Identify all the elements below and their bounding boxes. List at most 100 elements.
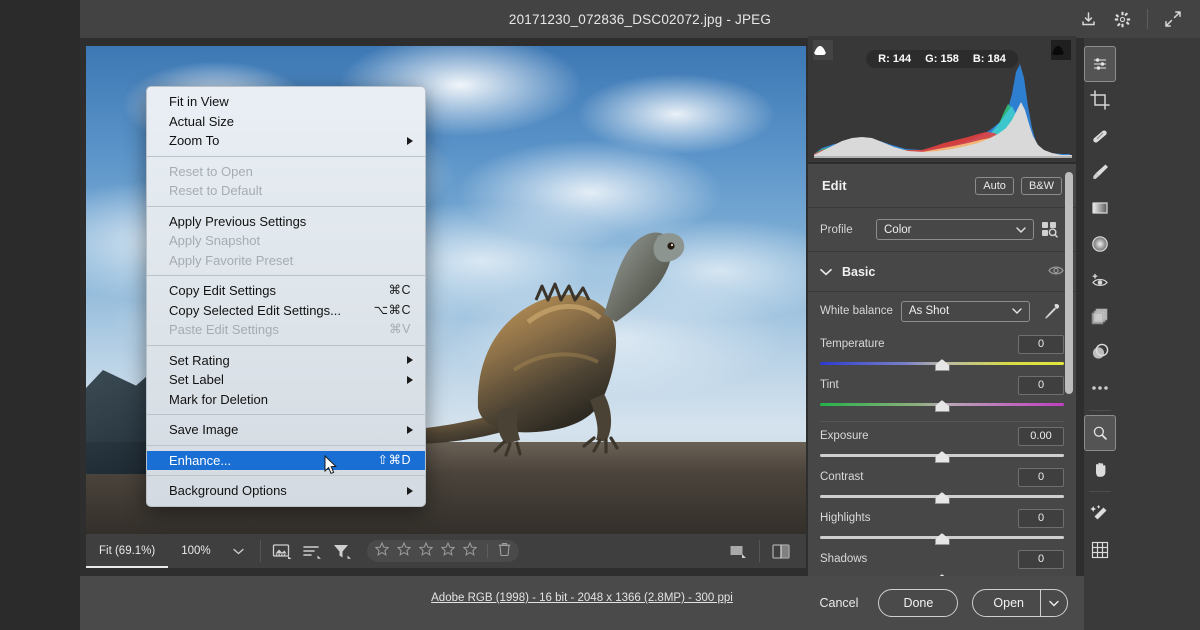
slider-value[interactable]: 0 — [1018, 468, 1064, 487]
slider-tint[interactable]: Tint0 — [808, 375, 1076, 412]
open-button-label: Open — [973, 596, 1040, 610]
open-button[interactable]: Open — [972, 589, 1068, 617]
slider-highlights[interactable]: Highlights0 — [808, 508, 1076, 545]
menu-item-label: Zoom To — [169, 131, 411, 151]
gear-icon[interactable] — [1107, 4, 1137, 34]
zoom-tool[interactable] — [1084, 415, 1116, 451]
menu-item-label: Save Image — [169, 420, 411, 440]
menu-item-shortcut: ⌥⌘C — [374, 301, 411, 321]
slider-knob[interactable] — [935, 492, 950, 504]
chevron-down-icon — [1012, 308, 1022, 315]
footer-actions: Cancel Done Open — [813, 576, 1068, 630]
menu-item-enhance[interactable]: Enhance...⇧⌘D — [147, 451, 425, 471]
title-bar: 20171230_072836_DSC02072.jpg - JPEG — [80, 0, 1200, 38]
menu-item-copy-selected-edit-settings[interactable]: Copy Selected Edit Settings...⌥⌘C — [147, 301, 425, 321]
menu-item-label: Background Options — [169, 481, 411, 501]
hand-tool[interactable] — [1084, 451, 1116, 487]
linear-gradient-tool[interactable] — [1084, 190, 1116, 226]
eye-icon[interactable] — [1048, 263, 1064, 281]
cancel-button[interactable]: Cancel — [813, 590, 864, 616]
tool-rail-divider — [1089, 410, 1111, 411]
brush-tool[interactable] — [1084, 154, 1116, 190]
filter-icon[interactable] — [327, 534, 357, 568]
versions-tool[interactable] — [1084, 334, 1116, 370]
rating-star-3[interactable] — [419, 542, 433, 561]
menu-item-zoom-to[interactable]: Zoom To — [147, 131, 425, 151]
profile-select[interactable]: Color — [876, 219, 1034, 240]
menu-item-save-image[interactable]: Save Image — [147, 420, 425, 440]
slider-track[interactable] — [820, 531, 1064, 545]
slider-knob[interactable] — [935, 359, 950, 371]
menu-item-set-rating[interactable]: Set Rating — [147, 351, 425, 371]
fullscreen-icon[interactable] — [1158, 4, 1188, 34]
slider-knob[interactable] — [935, 400, 950, 412]
eyedropper-icon[interactable] — [1038, 303, 1064, 320]
healing-brush-tool[interactable] — [1084, 118, 1116, 154]
edit-sliders-tool[interactable] — [1084, 46, 1116, 82]
slider-temperature[interactable]: Temperature0 — [808, 334, 1076, 371]
slider-knob[interactable] — [935, 451, 950, 463]
menu-separator — [147, 475, 425, 476]
slider-value[interactable]: 0 — [1018, 509, 1064, 528]
rating-star-2[interactable] — [397, 542, 411, 561]
menu-item-actual-size[interactable]: Actual Size — [147, 112, 425, 132]
rating-stars[interactable] — [367, 540, 519, 562]
slider-track[interactable] — [820, 398, 1064, 412]
slider-track[interactable] — [820, 357, 1064, 371]
histogram-graph — [808, 54, 1076, 158]
done-button[interactable]: Done — [878, 589, 958, 617]
rating-star-4[interactable] — [441, 542, 455, 561]
menu-item-apply-previous-settings[interactable]: Apply Previous Settings — [147, 212, 425, 232]
background-fill-icon[interactable] — [723, 534, 753, 568]
profile-row: Profile Color — [808, 208, 1076, 252]
menu-item-fit-in-view[interactable]: Fit in View — [147, 92, 425, 112]
edit-panel-header: Edit Auto B&W — [808, 164, 1076, 208]
more-options-tool[interactable] — [1084, 370, 1116, 406]
menu-item-copy-edit-settings[interactable]: Copy Edit Settings⌘C — [147, 281, 425, 301]
menu-item-reset-to-default: Reset to Default — [147, 181, 425, 201]
basic-section-name: Basic — [842, 265, 1048, 279]
slider-track[interactable] — [820, 490, 1064, 504]
trash-icon[interactable] — [498, 542, 511, 561]
menu-separator — [147, 156, 425, 157]
window-bezel-left — [0, 0, 80, 630]
zoom-level-tab[interactable]: 100% — [168, 534, 223, 568]
magic-wand-tool[interactable] — [1084, 496, 1116, 532]
menu-item-label: Enhance... — [169, 451, 377, 471]
red-eye-tool[interactable] — [1084, 262, 1116, 298]
fit-zoom-tab[interactable]: Fit (69.1%) — [86, 534, 168, 568]
slider-value[interactable]: 0 — [1018, 376, 1064, 395]
rating-star-1[interactable] — [375, 542, 389, 561]
grid-overlay-tool[interactable] — [1084, 532, 1116, 568]
context-menu[interactable]: Fit in ViewActual SizeZoom ToReset to Op… — [146, 86, 426, 507]
menu-item-apply-favorite-preset: Apply Favorite Preset — [147, 251, 425, 271]
export-icon[interactable] — [1073, 4, 1103, 34]
chevron-down-icon — [820, 263, 832, 281]
bw-button[interactable]: B&W — [1021, 177, 1062, 195]
slider-value[interactable]: 0 — [1018, 550, 1064, 569]
auto-button[interactable]: Auto — [975, 177, 1014, 195]
before-after-compare-icon[interactable] — [766, 534, 796, 568]
presets-tool[interactable] — [1084, 298, 1116, 334]
thumbnail-view-icon[interactable] — [267, 534, 297, 568]
edit-panel-scrollbar[interactable] — [1065, 172, 1073, 394]
chevron-down-icon[interactable] — [224, 534, 254, 568]
menu-item-mark-for-deletion[interactable]: Mark for Deletion — [147, 390, 425, 410]
menu-item-background-options[interactable]: Background Options — [147, 481, 425, 501]
slider-track[interactable] — [820, 449, 1064, 463]
basic-section-header[interactable]: Basic — [808, 252, 1076, 292]
white-balance-select[interactable]: As Shot — [901, 301, 1030, 322]
chevron-down-icon[interactable] — [1041, 600, 1067, 607]
radial-gradient-tool[interactable] — [1084, 226, 1116, 262]
sort-icon[interactable] — [297, 534, 327, 568]
slider-shadows[interactable]: Shadows0 — [808, 549, 1076, 576]
menu-item-set-label[interactable]: Set Label — [147, 370, 425, 390]
slider-contrast[interactable]: Contrast0 — [808, 467, 1076, 504]
slider-exposure[interactable]: Exposure0.00 — [808, 426, 1076, 463]
slider-value[interactable]: 0 — [1018, 335, 1064, 354]
rating-star-5[interactable] — [463, 542, 477, 561]
profile-browser-icon[interactable] — [1034, 221, 1064, 238]
slider-value[interactable]: 0.00 — [1018, 427, 1064, 446]
slider-knob[interactable] — [935, 533, 950, 545]
crop-tool[interactable] — [1084, 82, 1116, 118]
